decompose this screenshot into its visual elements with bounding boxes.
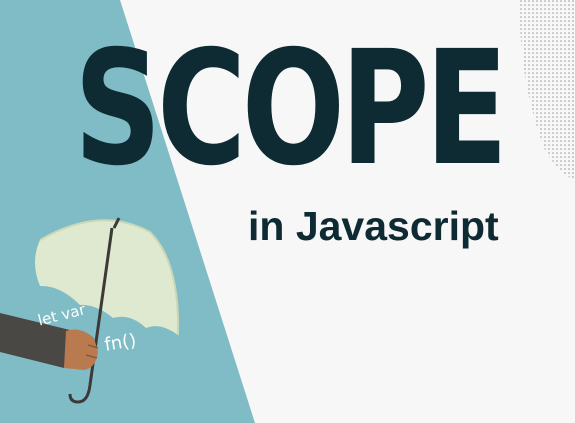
thumbnail-canvas: SCOPE in Javascript let var fn()	[0, 0, 575, 423]
umbrella-hand-illustration	[0, 217, 180, 404]
hand-shape	[64, 329, 98, 370]
